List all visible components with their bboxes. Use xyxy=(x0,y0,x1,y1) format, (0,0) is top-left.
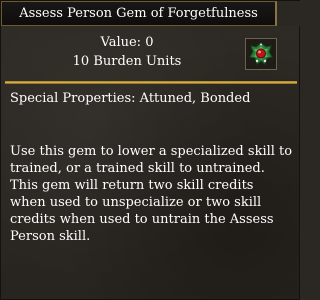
section-divider xyxy=(5,81,297,84)
description-line: Use this gem to lower a specialized skil… xyxy=(10,144,293,159)
item-tooltip-window: Assess Person Gem of Forgetfulness Value… xyxy=(0,0,301,300)
description-line: trained, or a trained skill to untrained… xyxy=(10,161,265,176)
item-burden: 10 Burden Units xyxy=(72,54,182,69)
forgetfulness-gem-icon xyxy=(245,38,277,70)
description-line: Person skill. xyxy=(10,229,91,244)
special-properties: Special Properties: Attuned, Bonded xyxy=(10,91,251,106)
item-title: Assess Person Gem of Forgetfulness xyxy=(1,1,277,26)
title-corner xyxy=(277,1,301,26)
item-value: Value: 0 xyxy=(100,35,154,50)
description-line: when used to unspecialize or two skill xyxy=(10,195,262,210)
description-line: credits when used to untrain the Assess xyxy=(10,212,274,227)
description-line: This gem will return two skill credits xyxy=(10,178,254,193)
item-description: Use this gem to lower a specialized skil… xyxy=(10,143,294,245)
